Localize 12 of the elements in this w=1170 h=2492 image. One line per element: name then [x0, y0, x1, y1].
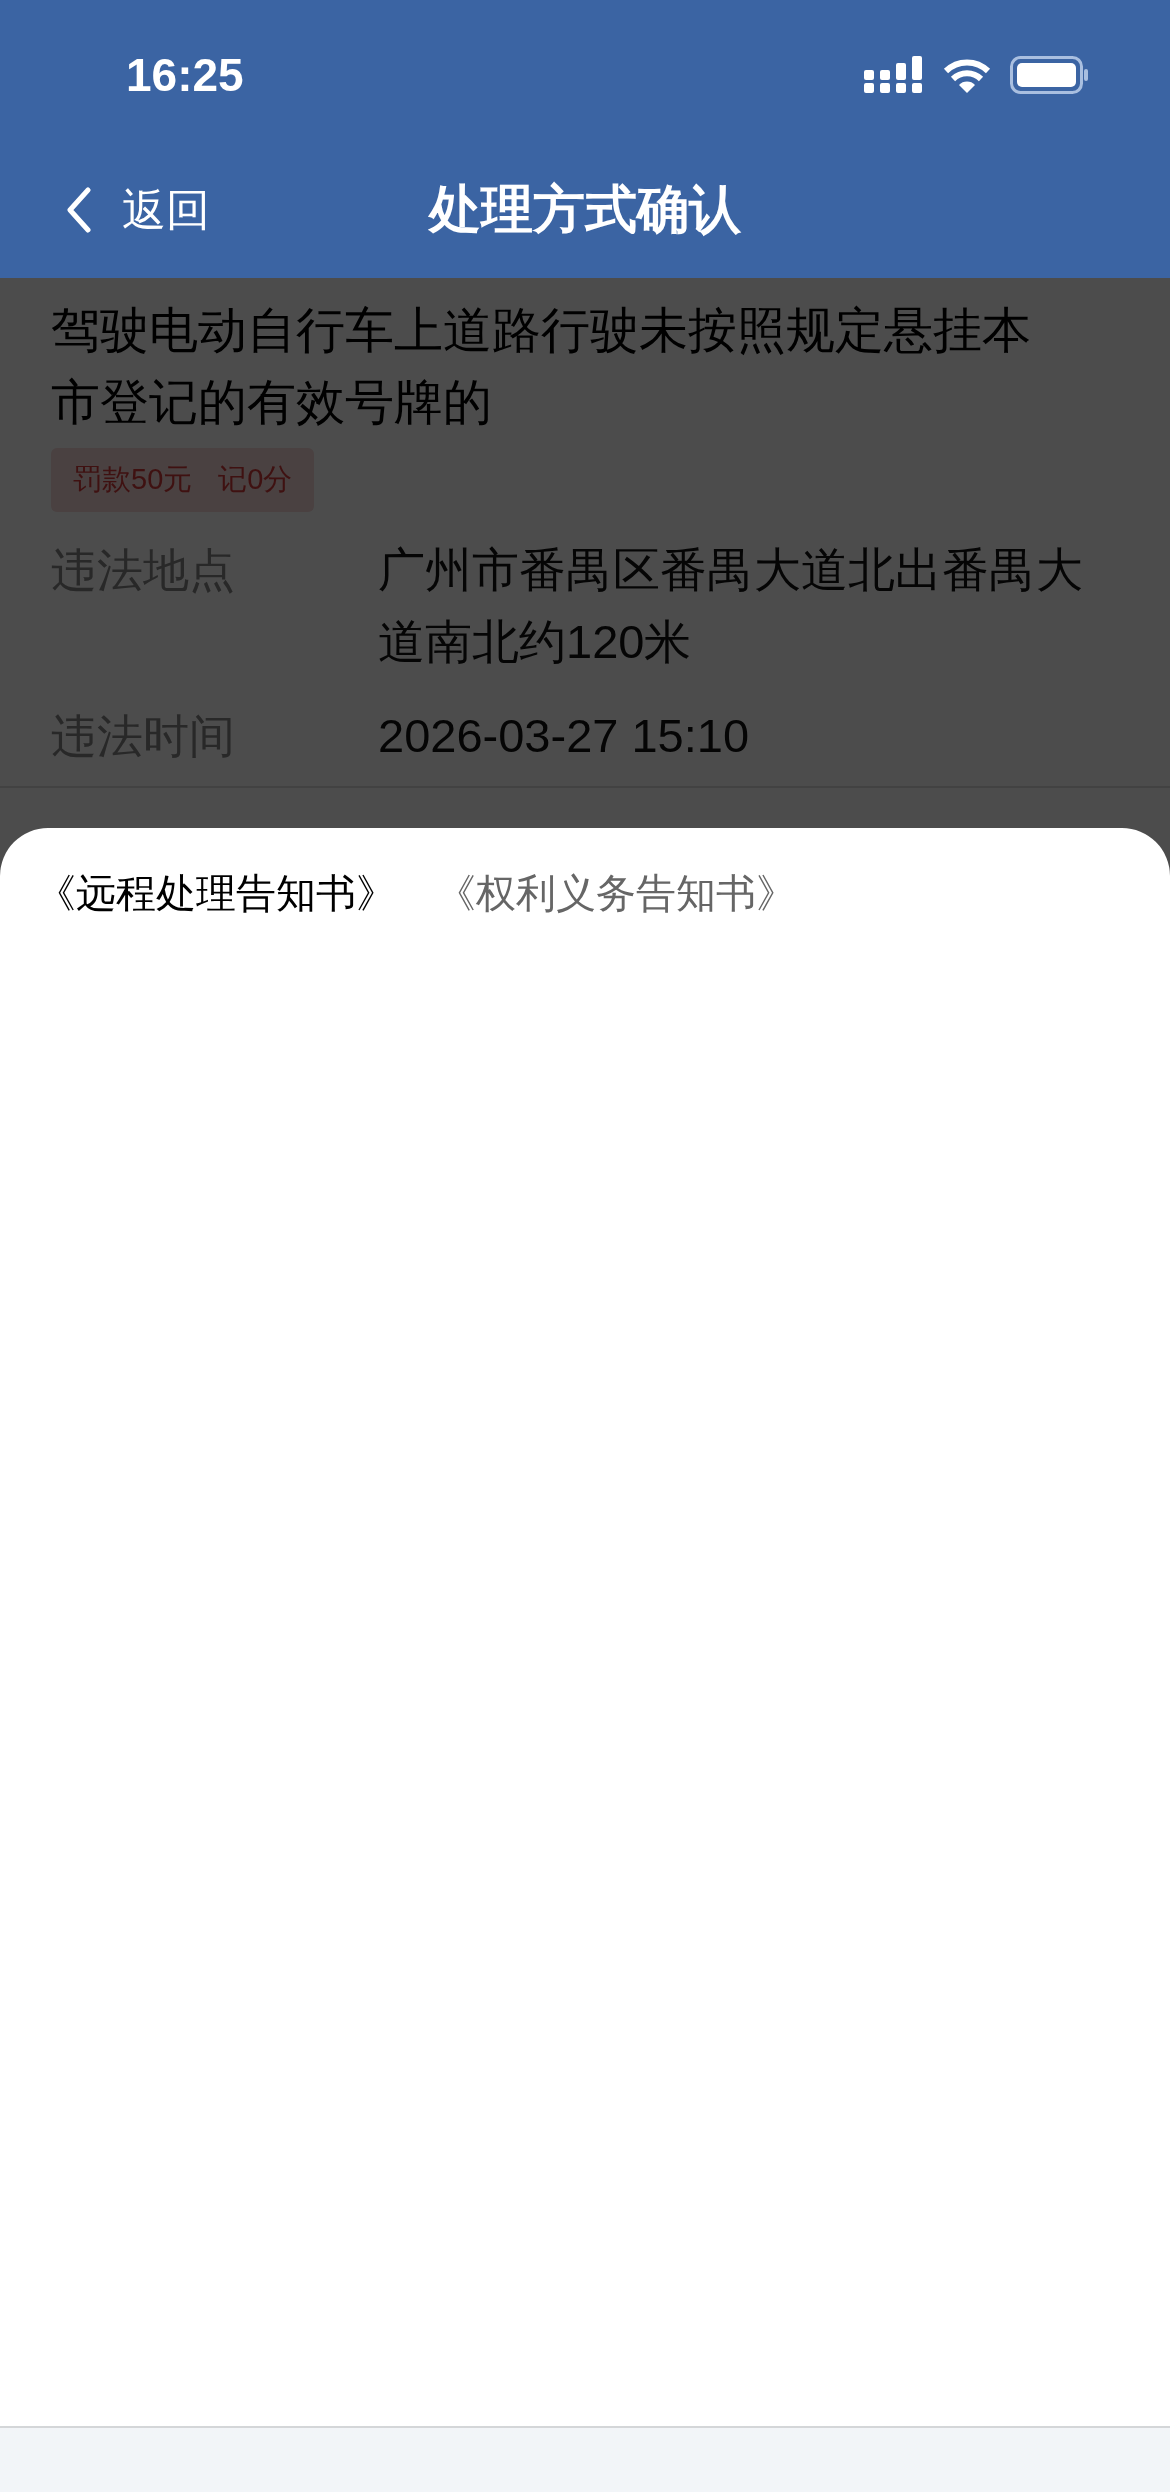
document-tab[interactable]: 《远程处理告知书》 — [36, 858, 396, 929]
document-tab[interactable]: 《权利义务告知书》 — [436, 858, 796, 929]
signal-icon — [864, 56, 924, 94]
back-button[interactable]: 返回 — [0, 180, 210, 240]
back-chevron-icon — [66, 187, 92, 233]
status-time: 16:25 — [126, 48, 244, 102]
battery-icon — [1010, 56, 1090, 94]
field-value: 广州市番禺区番禺大道北出番禺大道南北约120米 — [378, 542, 1084, 670]
field-value: 2026-03-27 15:10 — [378, 708, 751, 764]
wifi-icon — [942, 56, 992, 94]
page-title: 处理方式确认 — [429, 179, 741, 240]
violation-title: 驾驶电动自行车上道路行驶未按照规定悬挂本市登记的有效号牌的 — [51, 302, 1032, 431]
